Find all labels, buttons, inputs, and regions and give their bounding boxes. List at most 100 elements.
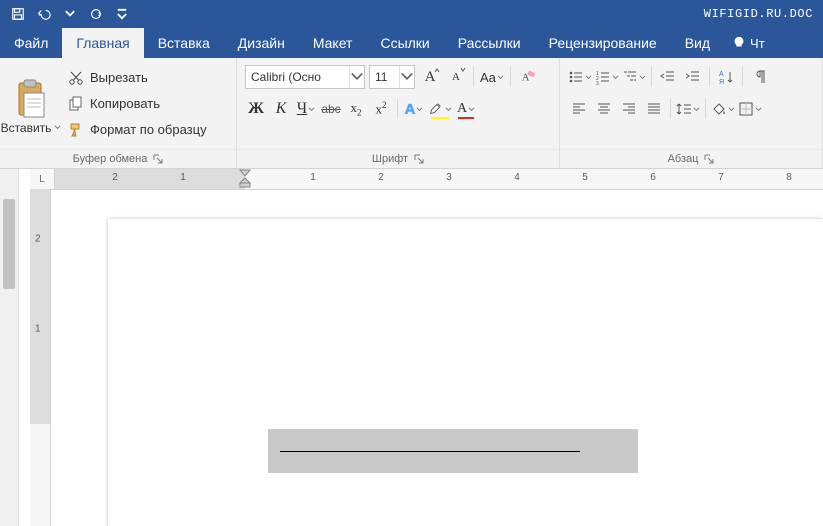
multilevel-icon [622,69,638,85]
align-right-button[interactable] [618,98,640,120]
shrink-font-button[interactable]: A [445,66,467,88]
chevron-down-icon [612,74,619,81]
group-clipboard-label: Буфер обмена [73,153,148,165]
bullets-icon [568,69,584,85]
horizontal-line-shape[interactable] [280,451,580,452]
decrease-indent-button[interactable] [657,66,679,88]
align-right-icon [621,101,637,117]
italic-button[interactable]: К [270,98,292,120]
document-page[interactable] [108,219,823,526]
tab-file[interactable]: Файл [0,28,62,58]
ruler-num: 8 [786,172,792,183]
copy-button[interactable]: Копировать [64,92,230,116]
clear-formatting-button[interactable]: A [517,66,539,88]
ribbon: Вставить Вырезать Копировать Формат по о… [0,58,823,169]
borders-icon [738,101,754,117]
group-paragraph: 123 AЯ Абза [560,58,823,168]
ruler-horizontal[interactable]: L 2 1 1 2 3 4 5 6 7 8 [30,169,823,190]
clipboard-launcher[interactable] [153,154,163,164]
chevron-down-icon [349,66,364,88]
font-size-combo[interactable]: 11 [369,65,415,89]
chevron-down-icon [54,124,61,131]
outdent-icon [660,69,676,85]
tab-mailings[interactable]: Рассылки [444,28,535,58]
tab-home[interactable]: Главная [62,28,143,58]
redo-button[interactable] [84,3,108,25]
font-size-value: 11 [370,70,399,84]
tell-me[interactable]: Чт [724,28,773,58]
cut-button[interactable]: Вырезать [64,66,230,90]
vertical-scrollbar[interactable] [0,169,19,526]
underline-button[interactable]: Ч [295,98,317,120]
lightbulb-icon [732,36,746,50]
tab-references[interactable]: Ссылки [366,28,443,58]
ruler-num: 6 [650,172,656,183]
group-paragraph-label: Абзац [668,153,699,165]
ruler-num: 1 [35,324,41,335]
chevron-down-icon [639,74,646,81]
font-name-combo[interactable]: Calibri (Осно [245,65,365,89]
undo-button[interactable] [32,3,56,25]
ruler-num: 1 [310,172,316,183]
qat-customize[interactable] [110,3,134,25]
chevron-down-icon [399,66,414,88]
tab-insert[interactable]: Вставка [144,28,224,58]
font-color-button[interactable]: A [455,98,477,120]
cut-label: Вырезать [90,70,148,85]
multilevel-list-button[interactable] [622,66,646,88]
align-left-button[interactable] [568,98,590,120]
clipboard-icon [15,79,47,119]
highlight-button[interactable] [428,98,452,120]
ruler-corner[interactable]: L [30,169,55,189]
copy-icon [68,96,84,112]
chevron-down-icon [308,106,315,113]
line-spacing-icon [676,101,692,117]
ruler-num: 2 [35,234,41,245]
line-spacing-button[interactable] [676,98,700,120]
superscript-button[interactable]: x2 [370,98,392,120]
paste-label: Вставить [1,121,52,135]
tab-design[interactable]: Дизайн [224,28,299,58]
font-launcher[interactable] [414,154,424,164]
ruler-num: 2 [112,172,118,183]
chevron-down-icon [468,106,475,113]
indent-icon [685,69,701,85]
pilcrow-icon [751,69,767,85]
numbering-button[interactable]: 123 [595,66,619,88]
eraser-icon: A [520,69,536,85]
hanging-indent-marker[interactable] [239,177,251,189]
format-painter-button[interactable]: Формат по образцу [64,118,230,142]
subscript-button[interactable]: x2 [345,98,367,120]
align-center-button[interactable] [593,98,615,120]
show-marks-button[interactable] [748,66,770,88]
tab-view[interactable]: Вид [671,28,724,58]
save-button[interactable] [6,3,30,25]
strikethrough-button[interactable]: abc [320,98,342,120]
quick-access-toolbar [6,3,134,25]
svg-text:A: A [719,71,724,78]
tab-review[interactable]: Рецензирование [535,28,671,58]
bold-button[interactable]: Ж [245,98,267,120]
grow-font-button[interactable]: A [419,66,441,88]
caret-up-icon [434,67,440,73]
increase-indent-button[interactable] [682,66,704,88]
ruler-vertical[interactable]: 2 1 [30,189,51,526]
paragraph-launcher[interactable] [704,154,714,164]
paste-button[interactable]: Вставить [0,58,62,149]
text-effects-button[interactable]: A [403,98,425,120]
change-case-button[interactable]: Aa [480,66,504,88]
sort-button[interactable]: AЯ [715,66,737,88]
justify-icon [646,101,662,117]
justify-button[interactable] [643,98,665,120]
undo-dropdown[interactable] [58,3,82,25]
bullets-button[interactable] [568,66,592,88]
scrollbar-thumb[interactable] [3,199,15,289]
ribbon-tabs: Файл Главная Вставка Дизайн Макет Ссылки… [0,28,823,58]
borders-button[interactable] [738,98,762,120]
shading-button[interactable] [711,98,735,120]
ruler-num: 7 [718,172,724,183]
ruler-top-margin [30,189,50,424]
tab-layout[interactable]: Макет [299,28,367,58]
chevron-down-icon [728,106,735,113]
svg-text:3: 3 [596,81,599,85]
